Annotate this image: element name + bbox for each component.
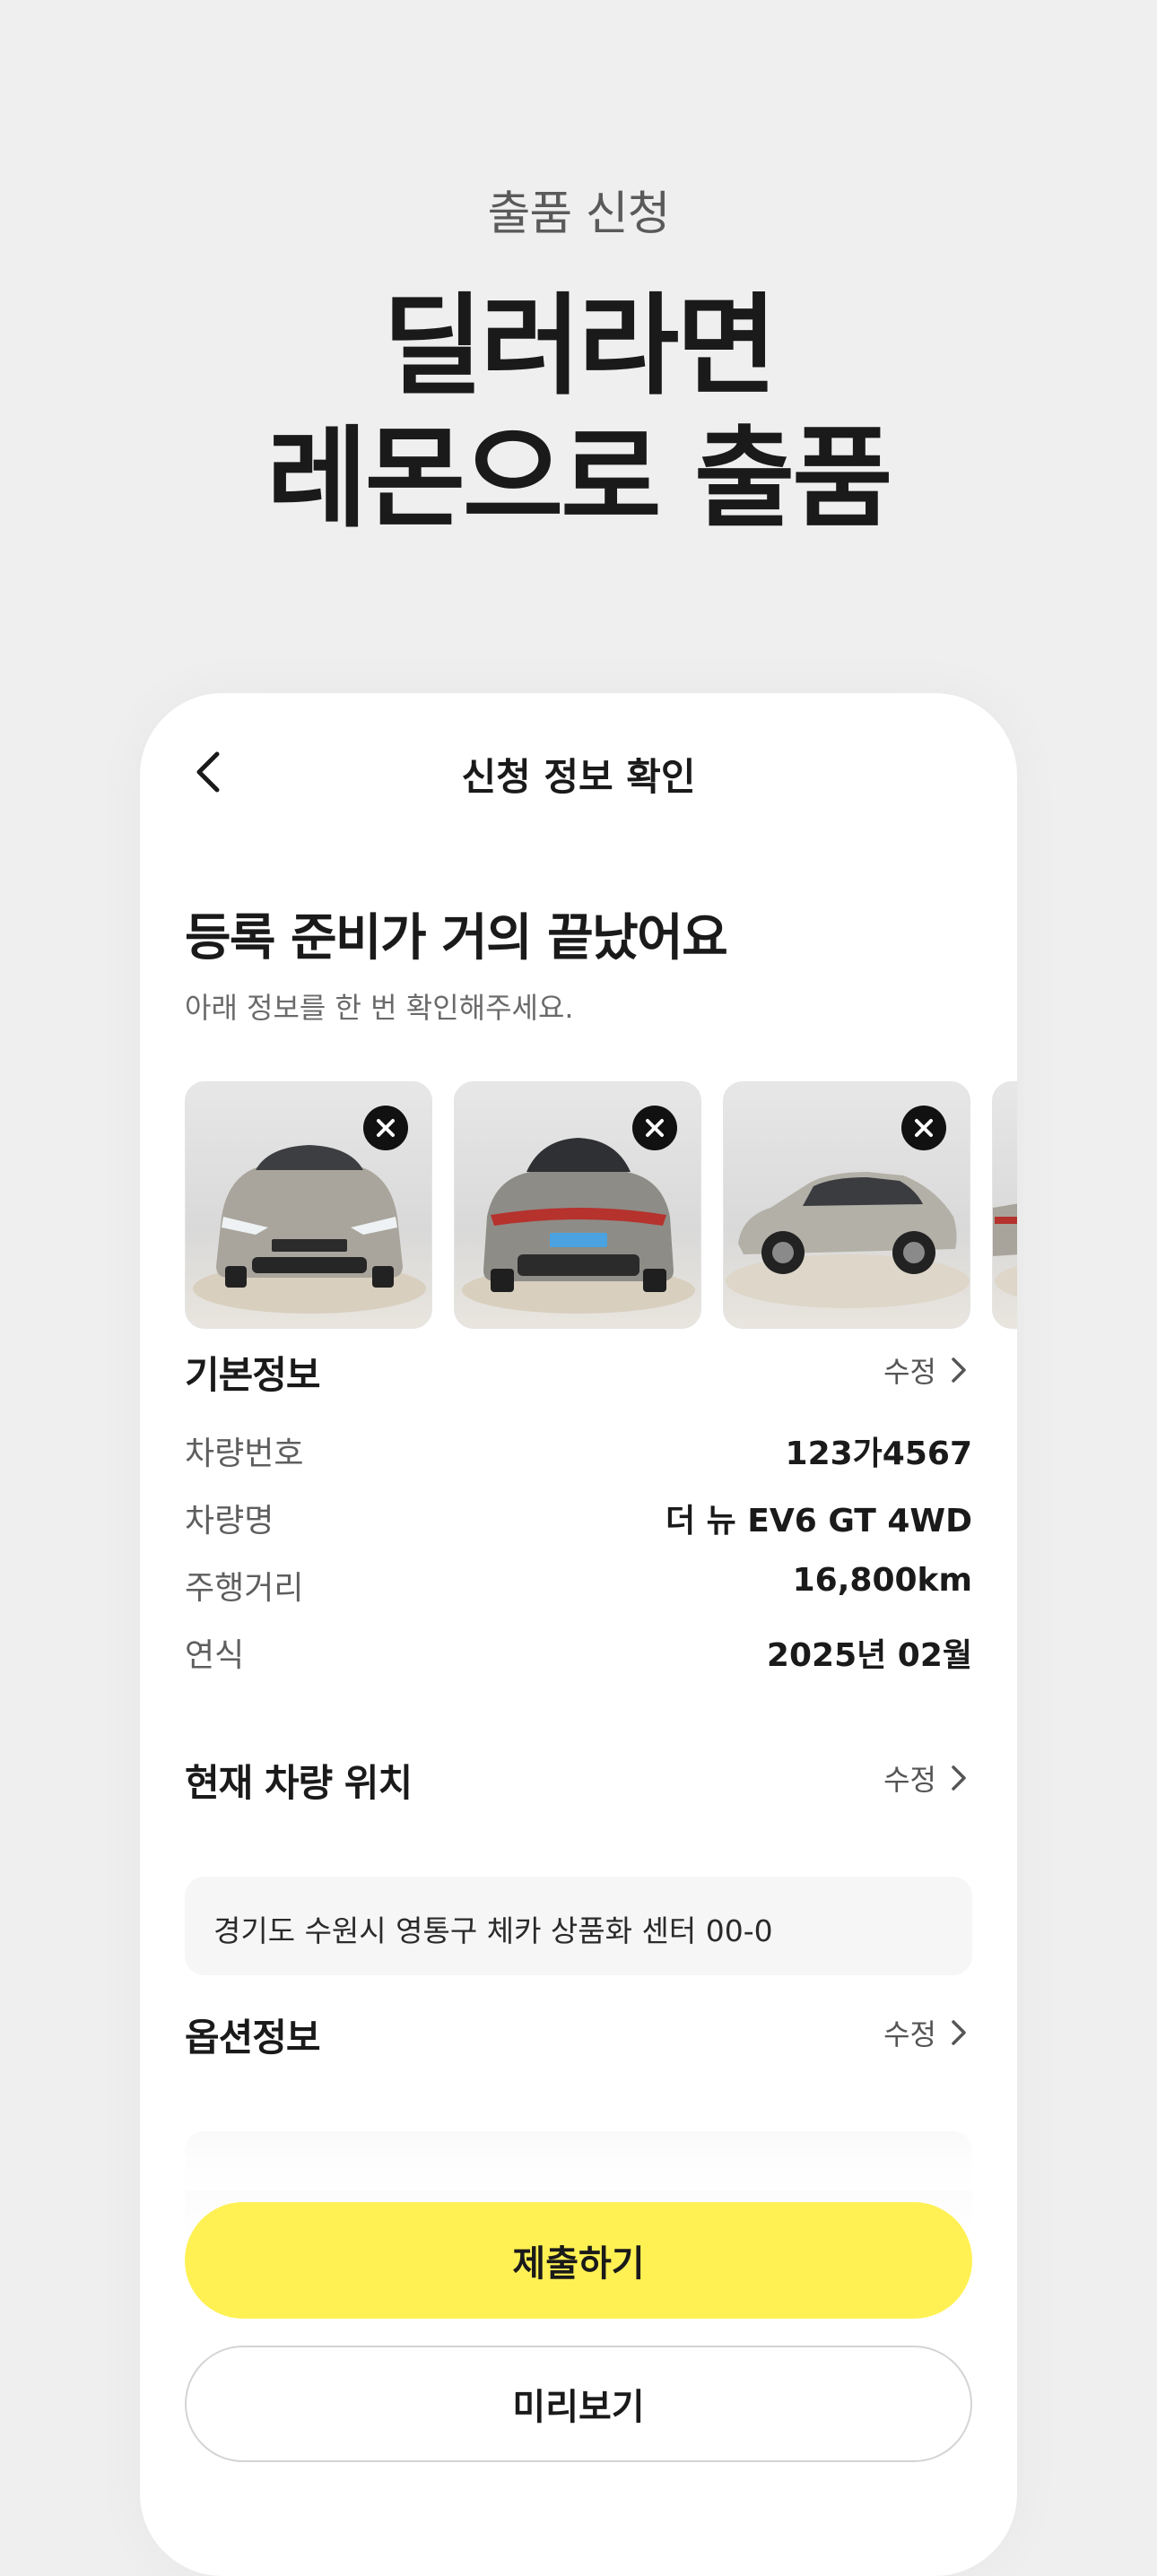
info-row-year: 연식 2025년 02월 (185, 1622, 972, 1676)
chevron-right-icon (952, 1765, 966, 1791)
options-header: 옵션정보 수정 (185, 2002, 972, 2060)
basic-info-title: 기본정보 (185, 1353, 321, 1397)
page-headline: 등록 준비가 거의 끝났어요 (185, 909, 728, 967)
edit-label: 수정 (883, 1355, 936, 1389)
location-address: 경기도 수원시 영통구 체카 상품화 센터 00-0 (213, 1913, 773, 1948)
info-label: 차량번호 (185, 1435, 304, 1472)
phone-screen-card: 신청 정보 확인 등록 준비가 거의 끝났어요 아래 정보를 한 번 확인해주세… (140, 693, 1017, 2576)
basic-info-header: 기본정보 수정 (185, 1340, 972, 1397)
info-label: 연식 (185, 1637, 245, 1674)
info-label: 주행거리 (185, 1570, 304, 1607)
car-photo-side[interactable] (723, 1081, 970, 1329)
location-header: 현재 차량 위치 수정 (185, 1748, 972, 1805)
preview-button[interactable]: 미리보기 (185, 2346, 972, 2462)
info-value: 2025년 02월 (766, 1637, 972, 1674)
close-icon (377, 1119, 395, 1137)
top-app-bar: 신청 정보 확인 (140, 693, 1017, 854)
hero-subtitle: 출품 신청 (487, 187, 671, 241)
hero-title: 딜러라면 레몬으로 출품 (0, 280, 1157, 545)
page-subline: 아래 정보를 한 번 확인해주세요. (185, 991, 574, 1025)
scroll-fade (140, 2119, 1017, 2190)
photo-carousel[interactable] (185, 1081, 1017, 1331)
info-row-mileage: 주행거리 16,800km (185, 1555, 972, 1609)
remove-photo-button[interactable] (363, 1106, 408, 1150)
options-title: 옵션정보 (185, 2016, 321, 2060)
location-edit-link[interactable]: 수정 (883, 1758, 972, 1798)
remove-photo-button[interactable] (901, 1106, 946, 1150)
info-row-plate: 차량번호 123가4567 (185, 1420, 972, 1474)
basic-info-edit-link[interactable]: 수정 (883, 1350, 972, 1390)
car-photo-rear[interactable] (454, 1081, 701, 1329)
screen-title: 신청 정보 확인 (461, 755, 696, 799)
car-partial-image (993, 1203, 1017, 1297)
hero-title-line-1: 딜러라면 (382, 282, 778, 410)
info-label: 차량명 (185, 1503, 274, 1540)
chevron-right-icon (952, 2020, 966, 2045)
options-edit-link[interactable]: 수정 (883, 2013, 972, 2052)
info-value: 123가4567 (785, 1435, 972, 1472)
remove-photo-button[interactable] (632, 1106, 677, 1150)
info-row-model: 차량명 더 뉴 EV6 GT 4WD (185, 1487, 972, 1541)
close-icon (646, 1119, 664, 1137)
location-title: 현재 차량 위치 (185, 1761, 413, 1805)
edit-label: 수정 (883, 1763, 936, 1797)
close-icon (915, 1119, 933, 1137)
chevron-right-icon (952, 1357, 966, 1383)
info-value: 16,800km (792, 1562, 972, 1599)
location-address-box: 경기도 수원시 영통구 체카 상품화 센터 00-0 (185, 1877, 972, 1975)
hero-title-line-2: 레몬으로 출품 (266, 415, 893, 542)
info-value: 더 뉴 EV6 GT 4WD (665, 1503, 972, 1540)
car-photo-front[interactable] (185, 1081, 432, 1329)
edit-label: 수정 (883, 2017, 936, 2051)
car-photo-partial[interactable] (992, 1081, 1017, 1329)
submit-button[interactable]: 제출하기 (185, 2202, 972, 2319)
